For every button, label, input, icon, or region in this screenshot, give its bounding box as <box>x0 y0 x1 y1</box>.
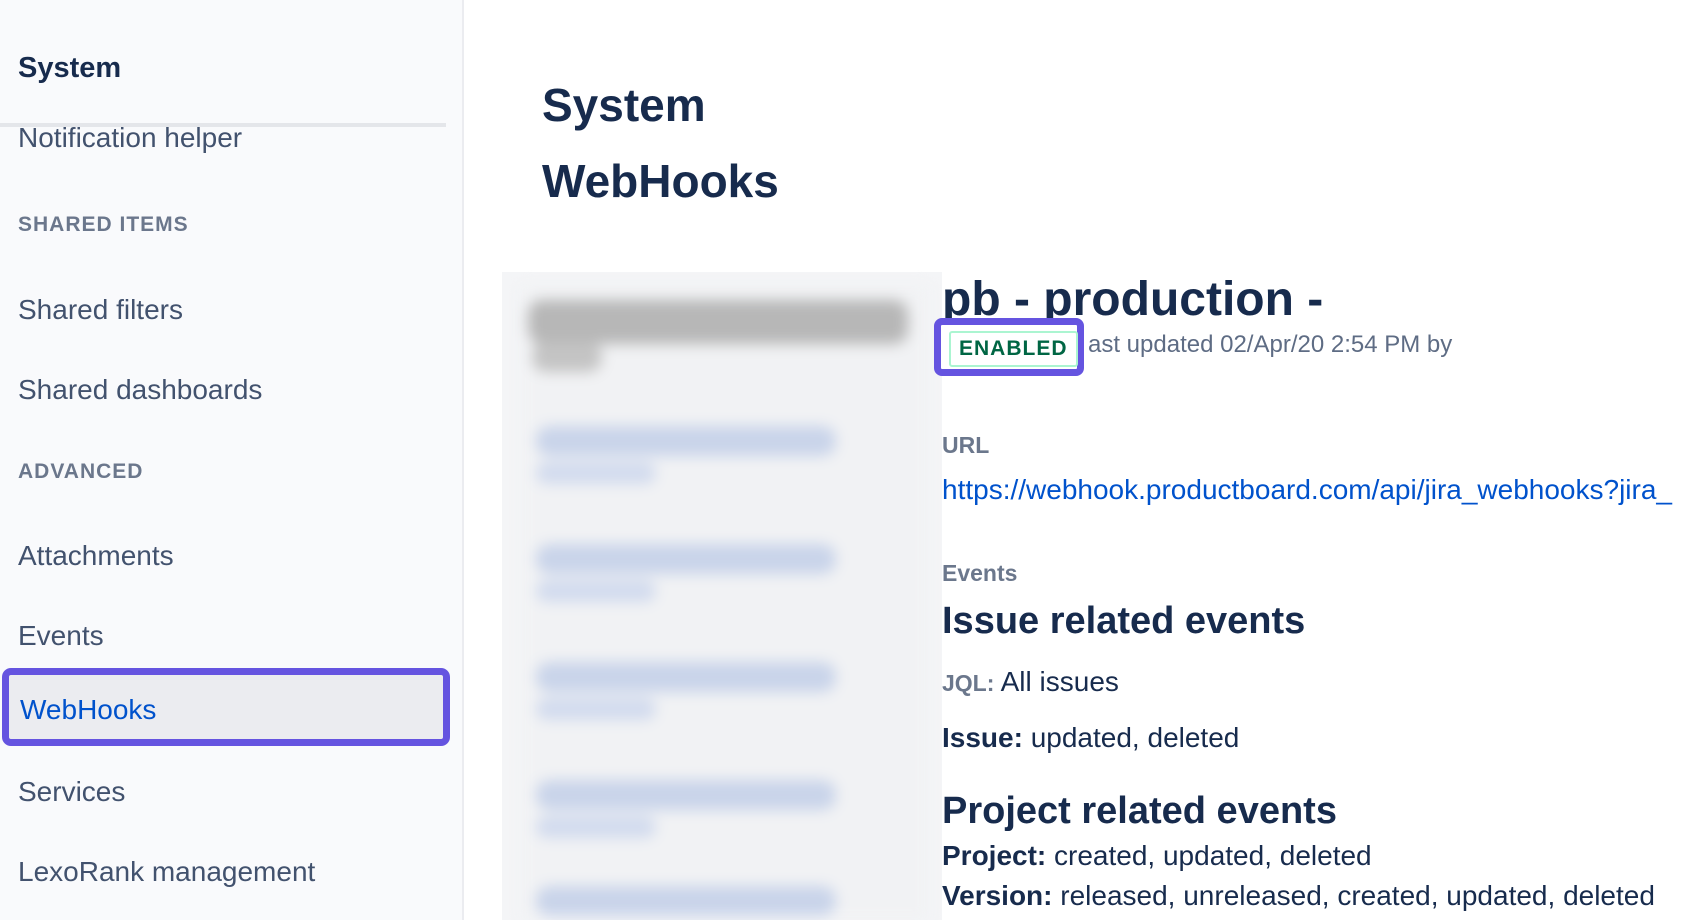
version-label: Version: <box>942 880 1053 911</box>
webhook-url-link[interactable]: https://webhook.productboard.com/api/jir… <box>942 474 1672 506</box>
sidebar-item-services[interactable]: Services <box>18 776 125 808</box>
project-label: Project: <box>942 840 1047 871</box>
sidebar-item-webhooks-label: WebHooks <box>20 694 157 725</box>
jql-line: JQL: All issues <box>942 666 1119 698</box>
page-title-webhooks: WebHooks <box>542 155 779 207</box>
sidebar-item-attachments[interactable]: Attachments <box>18 540 174 572</box>
issue-label: Issue: <box>942 722 1023 753</box>
sidebar-heading-shared-items: SHARED ITEMS <box>18 213 189 236</box>
webhook-list-blurred <box>522 286 928 920</box>
sidebar-item-events[interactable]: Events <box>18 620 104 652</box>
issue-events-heading: Issue related events <box>942 600 1306 642</box>
page-title-system: System <box>542 79 706 131</box>
sidebar-item-lexorank-management[interactable]: LexoRank management <box>18 856 315 888</box>
sidebar-item-shared-filters[interactable]: Shared filters <box>18 294 183 326</box>
status-badge: ENABLED <box>949 331 1078 367</box>
issue-value: updated, deleted <box>1030 722 1240 753</box>
last-updated-text: ast updated 02/Apr/20 2:54 PM by <box>1088 331 1453 358</box>
status-highlight: ENABLED <box>934 318 1084 376</box>
version-value: released, unreleased, created, updated, … <box>1060 880 1655 911</box>
jql-label: JQL: <box>942 670 995 696</box>
project-events-line: Project: created, updated, deleted <box>942 840 1372 872</box>
admin-sidebar: System Notification helper SHARED ITEMS … <box>0 0 464 920</box>
version-events-line: Version: released, unreleased, created, … <box>942 880 1655 912</box>
events-label: Events <box>942 560 1018 586</box>
sidebar-item-webhooks[interactable]: WebHooks <box>2 668 450 746</box>
sidebar-item-notification-helper[interactable]: Notification helper <box>18 122 242 154</box>
sidebar-heading-advanced: ADVANCED <box>18 460 144 483</box>
webhook-list-panel <box>502 272 942 920</box>
jql-value: All issues <box>1000 666 1119 697</box>
sidebar-section-title: System <box>18 52 122 84</box>
project-events-heading: Project related events <box>942 790 1337 832</box>
project-value: created, updated, deleted <box>1054 840 1372 871</box>
url-label: URL <box>942 432 990 458</box>
sidebar-item-shared-dashboards[interactable]: Shared dashboards <box>18 374 262 406</box>
issue-events-line: Issue: updated, deleted <box>942 722 1239 754</box>
